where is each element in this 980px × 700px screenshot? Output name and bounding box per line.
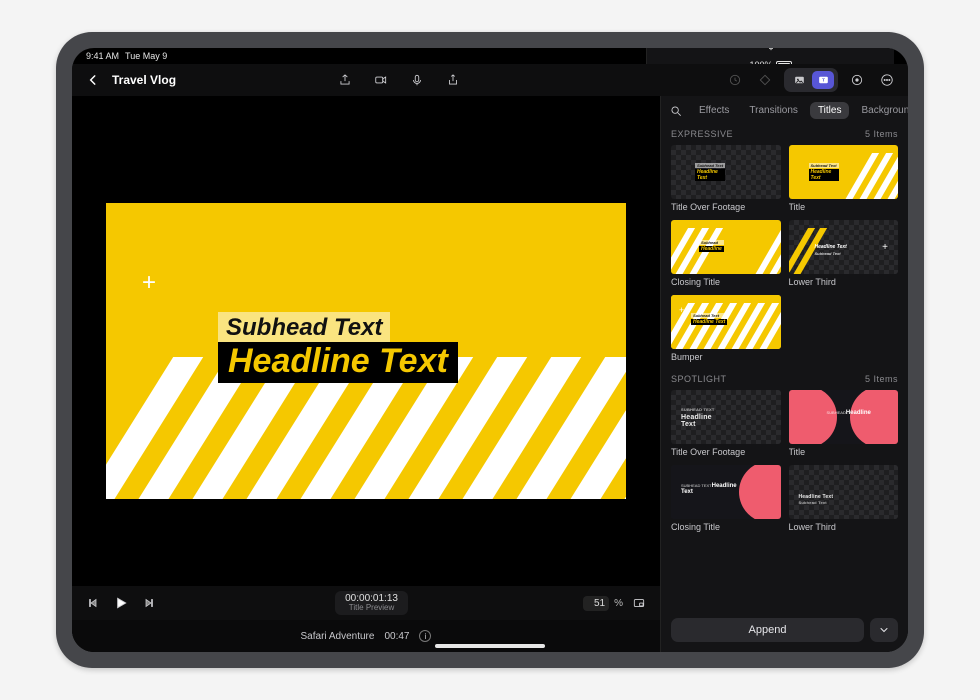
tab-effects[interactable]: Effects bbox=[691, 102, 737, 119]
subhead-text[interactable]: Subhead Text bbox=[218, 312, 390, 344]
title-canvas[interactable]: + Subhead Text Headline Text bbox=[106, 203, 626, 499]
ipad-frame: 9:41 AM Tue May 9 100% Travel Vlog bbox=[56, 32, 924, 668]
transport-bar: 00:00:01:13 Title Preview % bbox=[72, 586, 660, 620]
timecode-display[interactable]: 00:00:01:13 Title Preview bbox=[335, 591, 408, 615]
project-title: Travel Vlog bbox=[112, 73, 176, 87]
view-options-icon[interactable] bbox=[628, 592, 650, 614]
tab-titles[interactable]: Titles bbox=[810, 102, 850, 119]
thumb-label: Title bbox=[789, 202, 899, 212]
thumb-label: Title Over Footage bbox=[671, 447, 781, 457]
status-date: Tue May 9 bbox=[125, 51, 167, 61]
spotlight-thumb-closing-title[interactable]: SUBHEAD TEXTHeadlineText bbox=[671, 465, 781, 519]
svg-text:T: T bbox=[822, 77, 825, 83]
step-forward-button[interactable] bbox=[138, 592, 160, 614]
title-thumb-title[interactable]: Subhead TextHeadlineText bbox=[789, 145, 899, 199]
play-button[interactable] bbox=[110, 592, 132, 614]
clip-info-icon[interactable]: i bbox=[419, 630, 431, 642]
title-thumb-lower-third[interactable]: Headline TextSubhead Text + bbox=[789, 220, 899, 274]
tab-transitions[interactable]: Transitions bbox=[741, 102, 806, 119]
thumb-label: Closing Title bbox=[671, 522, 781, 532]
browser-search-icon[interactable] bbox=[669, 103, 683, 119]
browser-mode-toggle[interactable]: T bbox=[784, 68, 838, 92]
thumb-label: Closing Title bbox=[671, 277, 781, 287]
zoom-input[interactable] bbox=[583, 596, 609, 611]
inspector-icon[interactable] bbox=[846, 69, 868, 91]
thumb-label: Title bbox=[789, 447, 899, 457]
thumb-label: Lower Third bbox=[789, 522, 899, 532]
titles-browser-panel: Effects Transitions Titles Backgrounds E… bbox=[660, 96, 908, 652]
thumb-label: Lower Third bbox=[789, 277, 899, 287]
clip-duration: 00:47 bbox=[384, 631, 409, 642]
preview-viewer: + Subhead Text Headline Text bbox=[72, 96, 660, 586]
spotlight-thumb-title-over-footage[interactable]: SUBHEAD TEXTHeadlineText bbox=[671, 390, 781, 444]
append-button[interactable]: Append bbox=[671, 618, 864, 642]
title-thumb-title-over-footage[interactable]: Subhead TextHeadlineText bbox=[671, 145, 781, 199]
top-nav: Travel Vlog T bbox=[72, 64, 908, 96]
export-icon[interactable] bbox=[334, 69, 356, 91]
status-bar: 9:41 AM Tue May 9 100% bbox=[72, 48, 908, 64]
title-thumb-bumper[interactable]: + Subhead TextHeadline Text bbox=[671, 295, 781, 349]
media-browser-icon[interactable] bbox=[788, 71, 810, 89]
keyframe-icon[interactable] bbox=[754, 69, 776, 91]
append-options-button[interactable] bbox=[870, 618, 898, 642]
thumb-label: Title Over Footage bbox=[671, 202, 781, 212]
thumb-label: Bumper bbox=[671, 352, 781, 362]
spotlight-thumb-lower-third[interactable]: Headline TextSubhead Text bbox=[789, 465, 899, 519]
screen: 9:41 AM Tue May 9 100% Travel Vlog bbox=[72, 48, 908, 652]
clip-name: Safari Adventure bbox=[301, 631, 375, 642]
title-thumb-closing-title[interactable]: SubheadHeadline bbox=[671, 220, 781, 274]
status-time: 9:41 AM bbox=[86, 51, 119, 61]
voiceover-icon[interactable] bbox=[406, 69, 428, 91]
zoom-unit: % bbox=[614, 598, 623, 609]
headline-text[interactable]: Headline Text bbox=[218, 342, 458, 383]
browser-tabs: Effects Transitions Titles Backgrounds bbox=[661, 96, 908, 125]
spotlight-thumb-title[interactable]: SUBHEADHeadline bbox=[789, 390, 899, 444]
history-icon[interactable] bbox=[724, 69, 746, 91]
titles-browser-icon[interactable]: T bbox=[812, 71, 834, 89]
back-button[interactable] bbox=[82, 69, 104, 91]
step-back-button[interactable] bbox=[82, 592, 104, 614]
share-icon[interactable] bbox=[442, 69, 464, 91]
plus-decoration-icon: + bbox=[142, 269, 156, 297]
more-icon[interactable] bbox=[876, 69, 898, 91]
section-expressive-header: EXPRESSIVE 5 Items bbox=[661, 125, 908, 145]
home-indicator[interactable] bbox=[435, 644, 545, 648]
record-camera-icon[interactable] bbox=[370, 69, 392, 91]
tab-backgrounds[interactable]: Backgrounds bbox=[853, 102, 908, 119]
wifi-icon bbox=[765, 48, 777, 54]
section-spotlight-header: SPOTLIGHT 5 Items bbox=[661, 370, 908, 390]
timeline-strip[interactable]: Safari Adventure 00:47 i bbox=[72, 620, 660, 652]
